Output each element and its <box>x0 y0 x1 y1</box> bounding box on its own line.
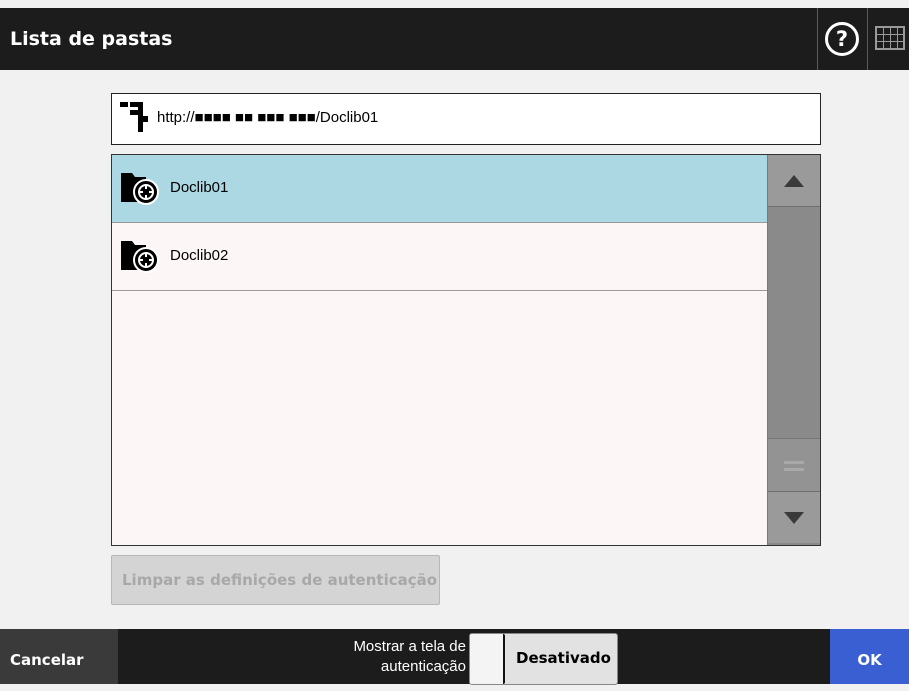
keyboard-icon <box>875 26 905 50</box>
show-auth-screen-label-line2: autenticação <box>380 658 466 675</box>
list-item-label: Doclib01 <box>170 179 229 196</box>
help-button[interactable]: ? <box>817 8 868 70</box>
show-auth-screen-toggle[interactable]: Desativado <box>469 633 618 685</box>
help-icon: ? <box>825 22 859 56</box>
folder-list: Doclib01 Doclib02 <box>111 154 821 546</box>
page-title: Lista de pastas <box>10 28 173 50</box>
toggle-knob <box>470 634 505 684</box>
list-item[interactable]: Doclib02 <box>112 223 767 291</box>
folder-path-text: http://■■■■ ■■ ■■■ ■■■/Doclib01 <box>157 109 379 126</box>
cancel-button[interactable]: Cancelar <box>0 629 118 684</box>
list-item-label: Doclib02 <box>170 247 229 264</box>
vertical-scrollbar[interactable] <box>767 155 820 545</box>
sharepoint-folder-icon <box>121 173 159 205</box>
footer-bar: Cancelar Mostrar a tela de autenticação … <box>0 629 909 685</box>
grip-line <box>784 461 804 464</box>
show-auth-screen-label: Mostrar a tela de autenticação <box>280 637 466 677</box>
arrow-down-icon <box>784 512 804 524</box>
scroll-thumb[interactable] <box>768 438 820 491</box>
grip-line <box>784 468 804 471</box>
keyboard-button[interactable] <box>869 8 909 70</box>
network-icon <box>120 102 148 132</box>
show-auth-screen-label-line1: Mostrar a tela de <box>353 638 466 655</box>
toggle-state-label: Desativado <box>516 649 611 667</box>
scroll-up-button[interactable] <box>768 155 820 207</box>
clear-auth-settings-button[interactable]: Limpar as definições de autenticação <box>111 555 440 605</box>
title-bar: Lista de pastas ? <box>0 8 909 70</box>
scroll-down-button[interactable] <box>768 491 820 543</box>
folder-path-display: http://■■■■ ■■ ■■■ ■■■/Doclib01 <box>111 93 821 145</box>
sharepoint-folder-icon <box>121 241 159 273</box>
ok-button[interactable]: OK <box>830 629 909 684</box>
arrow-up-icon <box>784 175 804 187</box>
list-item[interactable]: Doclib01 <box>112 155 767 223</box>
